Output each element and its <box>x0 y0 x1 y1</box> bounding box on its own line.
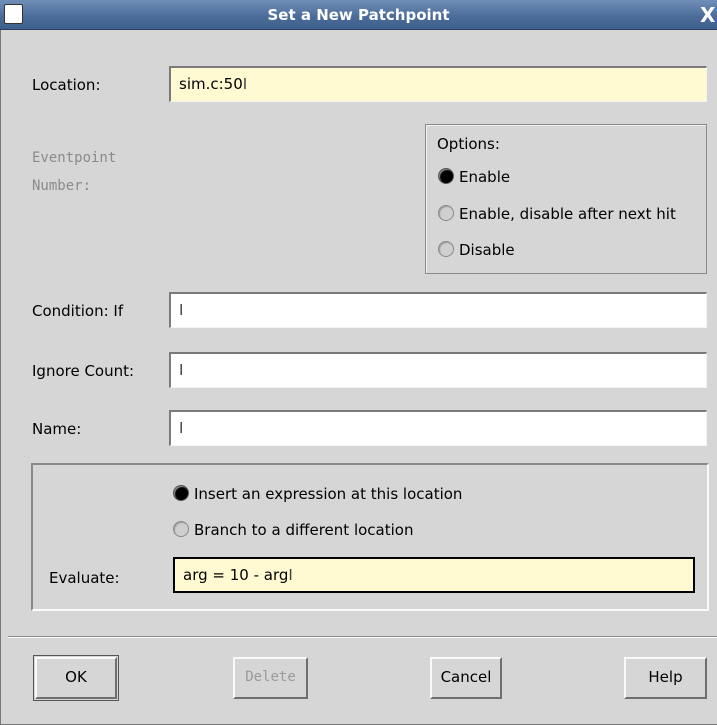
options-group: Options: Enable Enable, disable after ne… <box>425 124 707 274</box>
separator <box>8 636 717 638</box>
insert-expression-option[interactable]: Insert an expression at this location <box>173 485 462 503</box>
option-disable-label: Disable <box>459 241 515 259</box>
location-value: sim.c:50 <box>179 75 243 93</box>
eventpoint-label-line1: Eventpoint <box>32 150 117 166</box>
options-title: Options: <box>437 135 500 153</box>
action-group: Insert an expression at this location Br… <box>31 463 709 611</box>
branch-location-label: Branch to a different location <box>194 521 414 539</box>
condition-label: Condition: If <box>32 302 124 320</box>
option-enable-disable-after-hit[interactable]: Enable, disable after next hit <box>438 205 676 223</box>
option-enable-disable-label: Enable, disable after next hit <box>459 205 676 223</box>
text-cursor-icon: I <box>179 419 184 437</box>
ok-button[interactable]: OK <box>33 655 119 701</box>
text-cursor-icon: I <box>242 75 248 93</box>
text-cursor-icon: I <box>288 566 293 584</box>
title-bar[interactable]: Set a New Patchpoint X <box>0 0 717 30</box>
option-disable[interactable]: Disable <box>438 241 515 259</box>
ignore-count-input[interactable]: I <box>169 352 707 388</box>
cancel-button[interactable]: Cancel <box>430 657 502 699</box>
name-input[interactable]: I <box>169 410 707 446</box>
branch-location-option[interactable]: Branch to a different location <box>173 521 413 539</box>
radio-icon[interactable] <box>438 241 454 257</box>
delete-button[interactable]: Delete <box>233 657 308 699</box>
close-icon[interactable]: X <box>700 2 717 28</box>
evaluate-input[interactable]: arg = 10 - argI <box>173 557 695 593</box>
insert-expression-label: Insert an expression at this location <box>194 485 463 503</box>
radio-icon[interactable] <box>173 521 189 537</box>
text-cursor-icon: I <box>179 361 184 379</box>
location-input[interactable]: sim.c:50I <box>169 66 707 102</box>
ignore-count-label: Ignore Count: <box>32 362 135 380</box>
evaluate-label: Evaluate: <box>49 569 120 587</box>
window-title: Set a New Patchpoint <box>267 6 450 24</box>
condition-input[interactable]: I <box>169 292 707 328</box>
text-cursor-icon: I <box>179 301 184 319</box>
evaluate-value: arg = 10 - arg <box>183 566 289 584</box>
radio-icon[interactable] <box>173 485 189 501</box>
option-enable[interactable]: Enable <box>438 168 510 186</box>
name-label: Name: <box>32 420 82 438</box>
location-label: Location: <box>32 76 101 94</box>
radio-icon[interactable] <box>438 168 454 184</box>
option-enable-label: Enable <box>459 168 511 186</box>
help-button[interactable]: Help <box>624 657 707 699</box>
radio-icon[interactable] <box>438 205 454 221</box>
eventpoint-label-line2: Number: <box>32 178 92 194</box>
